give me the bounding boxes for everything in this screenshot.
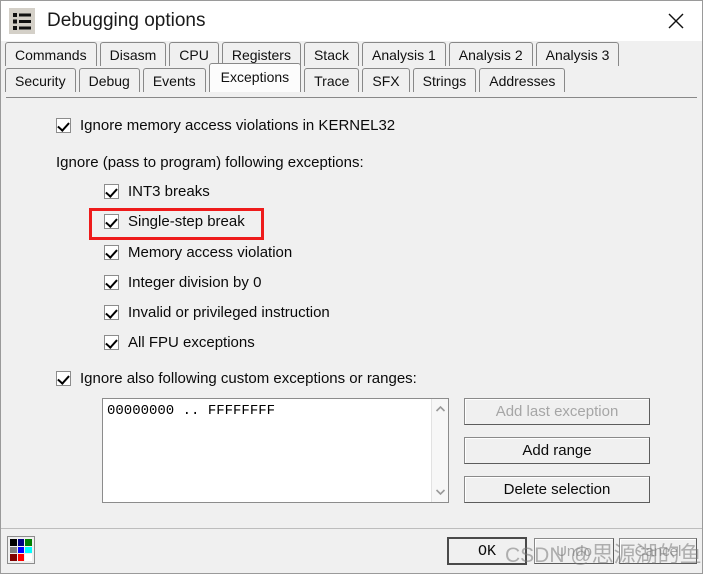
group-label-ignore-following: Ignore (pass to program) following excep…: [56, 154, 364, 171]
checkbox-label-integer-division-by-zero: Integer division by 0: [128, 274, 262, 291]
list-item[interactable]: 00000000 .. FFFFFFFF: [107, 402, 431, 420]
checkbox-single-step-break[interactable]: [104, 214, 119, 229]
tab-strip: Commands Disasm CPU Registers Stack Anal…: [1, 41, 702, 97]
tab-analysis-3[interactable]: Analysis 3: [535, 42, 620, 66]
undo-button[interactable]: Undo: [534, 538, 614, 564]
checkbox-label-ignore-kernel32: Ignore memory access violations in KERNE…: [80, 117, 396, 134]
tab-disasm[interactable]: Disasm: [99, 42, 167, 66]
palette-swatch-4: [10, 546, 17, 554]
checkbox-label-single-step-break: Single-step break: [128, 213, 245, 230]
palette-swatch-6: [25, 546, 32, 554]
tab-row-1: Commands Disasm CPU Registers Stack Anal…: [5, 42, 702, 68]
checkbox-ignore-kernel32[interactable]: [56, 118, 71, 133]
checkbox-row-integer-division-by-zero[interactable]: Integer division by 0: [104, 274, 261, 291]
checkbox-int3-breaks[interactable]: [104, 184, 119, 199]
cancel-button[interactable]: Cancel: [619, 538, 697, 564]
palette-swatch-5: [17, 546, 25, 554]
palette-swatch-3: [25, 539, 32, 546]
custom-ranges-listbox[interactable]: 00000000 .. FFFFFFFF: [102, 398, 449, 503]
checkbox-label-int3-breaks: INT3 breaks: [128, 183, 210, 200]
checkbox-row-ignore-custom-ranges[interactable]: Ignore also following custom exceptions …: [56, 370, 417, 387]
tab-debug[interactable]: Debug: [78, 68, 140, 92]
checkbox-row-memory-access-violation[interactable]: Memory access violation: [104, 244, 292, 261]
scroll-up-icon[interactable]: [432, 401, 448, 417]
ok-button[interactable]: OK: [447, 537, 527, 565]
scroll-down-icon[interactable]: [432, 484, 448, 500]
checkbox-row-single-step-break[interactable]: Single-step break: [104, 213, 245, 230]
checkbox-row-ignore-kernel32[interactable]: Ignore memory access violations in KERNE…: [56, 117, 395, 134]
checkbox-memory-access-violation[interactable]: [104, 245, 119, 260]
tab-commands[interactable]: Commands: [5, 42, 97, 66]
tab-events[interactable]: Events: [142, 68, 206, 92]
checkbox-label-all-fpu-exceptions: All FPU exceptions: [128, 334, 255, 351]
debugging-options-dialog: Debugging options Commands Disasm CPU Re…: [0, 0, 703, 574]
palette-swatch-8: [17, 554, 25, 561]
checkbox-row-int3-breaks[interactable]: INT3 breaks: [104, 183, 210, 200]
list-options-icon: [9, 8, 35, 34]
checkbox-ignore-custom-ranges[interactable]: [56, 371, 71, 386]
close-icon: [668, 13, 684, 29]
checkbox-integer-division-by-zero[interactable]: [104, 275, 119, 290]
tab-addresses[interactable]: Addresses: [479, 68, 566, 92]
tab-row-2: Security Debug Events Exceptions Trace S…: [5, 63, 702, 94]
checkbox-row-all-fpu-exceptions[interactable]: All FPU exceptions: [104, 334, 255, 351]
checkbox-label-ignore-custom-ranges: Ignore also following custom exceptions …: [80, 370, 417, 387]
checkbox-label-memory-access-violation: Memory access violation: [128, 244, 293, 261]
palette-swatch-7: [10, 554, 17, 561]
tab-stack[interactable]: Stack: [303, 42, 359, 66]
page-title: Debugging options: [47, 10, 206, 31]
checkbox-row-invalid-or-privileged-instruction[interactable]: Invalid or privileged instruction: [104, 304, 330, 321]
palette-swatch-1: [10, 539, 17, 546]
custom-ranges-list: 00000000 .. FFFFFFFF: [103, 399, 431, 502]
exceptions-panel: Ignore memory access violations in KERNE…: [6, 97, 697, 528]
palette-swatch-2: [17, 539, 25, 546]
tab-sfx[interactable]: SFX: [362, 68, 410, 92]
tab-security[interactable]: Security: [5, 68, 76, 92]
add-last-exception-button[interactable]: Add last exception: [464, 398, 650, 425]
palette-swatch-9: [25, 554, 32, 561]
tab-analysis-1[interactable]: Analysis 1: [361, 42, 446, 66]
dialog-footer: OK Undo Cancel: [1, 528, 702, 573]
checkbox-label-invalid-or-privileged-instruction: Invalid or privileged instruction: [128, 304, 330, 321]
checkbox-invalid-or-privileged-instruction[interactable]: [104, 305, 119, 320]
tab-exceptions[interactable]: Exceptions: [208, 63, 302, 92]
title-bar: Debugging options: [1, 1, 702, 41]
checkbox-all-fpu-exceptions[interactable]: [104, 335, 119, 350]
tab-strings[interactable]: Strings: [412, 68, 477, 92]
close-button[interactable]: [650, 1, 702, 41]
tab-analysis-2[interactable]: Analysis 2: [448, 42, 533, 66]
listbox-scrollbar[interactable]: [431, 399, 448, 502]
tab-trace[interactable]: Trace: [304, 68, 360, 92]
color-palette-icon[interactable]: [7, 536, 35, 564]
add-range-button[interactable]: Add range: [464, 437, 650, 464]
delete-selection-button[interactable]: Delete selection: [464, 476, 650, 503]
